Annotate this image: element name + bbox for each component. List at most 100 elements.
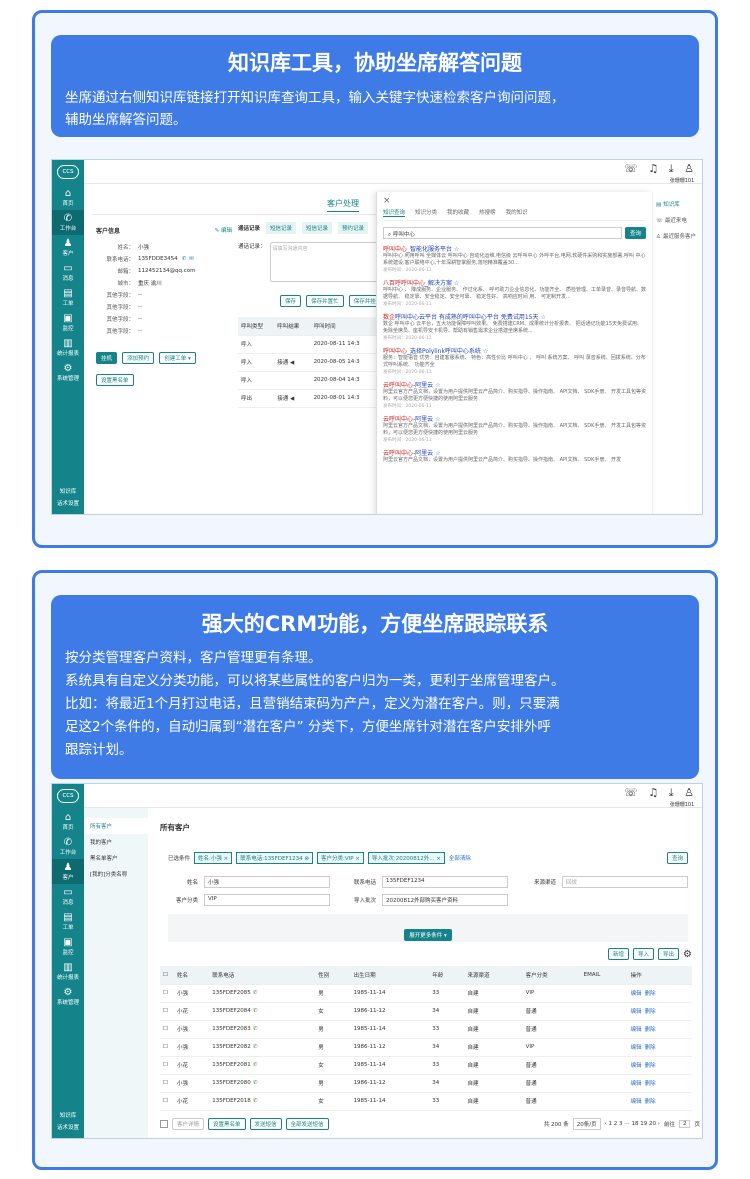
delete-link[interactable]: 删除: [645, 1045, 656, 1051]
import-button[interactable]: 导入: [633, 948, 655, 960]
call-phone-icon[interactable]: ✆: [253, 1062, 258, 1068]
record-textarea[interactable]: 请填写沟通内容: [269, 242, 378, 282]
call-phone-icon[interactable]: ✆: [253, 1098, 258, 1104]
hangup-button[interactable]: 挂机: [96, 352, 118, 364]
kb-article-title[interactable]: 云呼叫中心-阿里云 ☆: [383, 414, 646, 423]
kb-search-button[interactable]: 查询: [624, 227, 646, 239]
kb-article[interactable]: 云呼叫中心-阿里云 ☆ 阿里云官方产品文档，设置为用户提供阿里云产品简介、购买指导、…: [383, 448, 646, 464]
goto-input[interactable]: 2: [678, 1120, 691, 1128]
create-ticket-button[interactable]: 创建工单 ▾: [159, 352, 196, 364]
kb-tab[interactable]: 知识查询: [383, 208, 406, 217]
kb-article[interactable]: 呼叫中心_选择Polylink呼叫中心系统 ☆ 服务：智能语音 优势：自建客服系统、…: [383, 346, 646, 375]
phone-input[interactable]: 135FDEF1234: [382, 876, 508, 888]
send-all-sms-button[interactable]: 全部发送短信: [285, 1118, 329, 1130]
delete-link[interactable]: 删除: [645, 1009, 656, 1015]
sidebar-item[interactable]: ▤ 工单: [52, 909, 84, 934]
edit-link[interactable]: 编辑: [631, 1099, 642, 1105]
right-link[interactable]: ♙ 最近服务客户: [653, 228, 702, 244]
edit-link[interactable]: 编辑: [631, 1027, 642, 1033]
delete-link[interactable]: 删除: [645, 1099, 656, 1105]
favorite-star-icon[interactable]: ☆: [454, 280, 459, 287]
edit-link[interactable]: 编辑: [631, 1081, 642, 1087]
kb-article[interactable]: 数企呼叫中心云平台 有成熟的呼叫中心平台 免费试用15天 ☆ 数企 呼叫中心 云平台…: [383, 312, 646, 341]
add-appointment-button[interactable]: 添加预约: [122, 352, 155, 364]
customer-detail-button[interactable]: 客户详情: [172, 1118, 205, 1130]
bell-icon[interactable]: ♫: [648, 162, 658, 175]
favorite-star-icon[interactable]: ☆: [435, 416, 440, 423]
sidebar-item[interactable]: ▣ 监控: [52, 934, 84, 959]
kb-article[interactable]: 云呼叫中心-阿里云 ☆ 阿里云官方产品文档，设置为用户提供阿里云产品简介、购买指导、…: [383, 380, 646, 409]
subnav-item[interactable]: 所有客户: [84, 818, 148, 834]
batch-select[interactable]: 20200812外部购买客户资料: [382, 894, 508, 906]
subnav-item[interactable]: 我的客户: [84, 834, 148, 850]
sidebar-item-knowledge[interactable]: 知识库: [52, 1110, 84, 1122]
download-icon[interactable]: ⤓: [669, 162, 674, 175]
page-numbers[interactable]: 1 2 3 ⋯ 18 19 20: [609, 1121, 656, 1127]
user-avatar-icon[interactable]: ♙: [684, 162, 694, 175]
sms-icon[interactable]: ✉: [189, 256, 194, 262]
filter-chip[interactable]: 客户分类:VIP ×: [316, 852, 364, 864]
kb-article-title[interactable]: 数企呼叫中心云平台 有成熟的呼叫中心平台 免费试用15天 ☆: [383, 312, 646, 321]
call-phone-icon[interactable]: ✆: [253, 1008, 258, 1014]
subnav-item[interactable]: 黑名单客户: [84, 850, 148, 866]
filter-chip[interactable]: 导入批次:20200812外... ×: [367, 852, 445, 864]
edit-link[interactable]: 编辑: [631, 1045, 642, 1051]
kb-tab[interactable]: 热搜榜: [479, 208, 496, 217]
call-tab[interactable]: 短信记录: [266, 222, 297, 234]
edit-link[interactable]: 编辑: [631, 991, 642, 997]
favorite-star-icon[interactable]: ☆: [454, 246, 459, 253]
download-icon[interactable]: ⤓: [669, 786, 674, 799]
sidebar-item[interactable]: ✆ 工作台: [52, 210, 84, 235]
close-icon[interactable]: ×: [383, 196, 652, 206]
favorite-star-icon[interactable]: ☆: [435, 382, 440, 389]
row-checkbox[interactable]: ☐: [160, 1092, 174, 1110]
name-input[interactable]: 小强: [204, 876, 330, 888]
save-busy-button[interactable]: 保存并置忙: [306, 295, 344, 307]
row-checkbox[interactable]: ☐: [160, 984, 174, 1002]
tab-customer-handling[interactable]: 客户处理: [327, 198, 359, 212]
pagination[interactable]: ‹ 1 2 3 ⋯ 18 19 20 ›: [605, 1121, 660, 1127]
right-link[interactable]: ▤ 知识库: [653, 196, 702, 212]
user-avatar-icon[interactable]: ♙: [684, 786, 694, 799]
kb-tab[interactable]: 我的收藏: [447, 208, 469, 217]
kb-search-input[interactable]: ⌕ 呼叫中心: [383, 227, 622, 239]
clear-all-link[interactable]: 全部清除: [449, 854, 471, 862]
phone-status-icon[interactable]: ☏: [624, 162, 638, 175]
set-blacklist-button[interactable]: 设置黑名单: [96, 374, 134, 386]
kb-article-title[interactable]: 云呼叫中心-阿里云 ☆: [383, 448, 646, 457]
send-sms-button[interactable]: 发送短信: [249, 1118, 282, 1130]
user-name[interactable]: 张珊珊101: [662, 801, 702, 808]
sidebar-item[interactable]: ✆ 工作台: [52, 834, 84, 859]
sidebar-item[interactable]: ⌂ 首页: [52, 185, 84, 210]
call-phone-icon[interactable]: ✆: [182, 256, 187, 262]
sidebar-item[interactable]: ▥ 统计报表: [52, 335, 84, 360]
new-button[interactable]: 新增: [607, 948, 629, 960]
call-tab[interactable]: 短信记录: [302, 222, 333, 234]
phone-status-icon[interactable]: ☏: [624, 786, 638, 799]
filter-chip[interactable]: 姓名:小强 ×: [194, 852, 233, 864]
settings-gear-icon[interactable]: ⚙: [683, 949, 692, 960]
kb-article[interactable]: 云呼叫中心-阿里云 ☆ 阿里云官方产品文档，设置为用户提供阿里云产品简介、购买指导、…: [383, 414, 646, 443]
source-select[interactable]: 回拨: [562, 876, 688, 888]
user-name[interactable]: 张珊珊101: [662, 177, 702, 184]
row-checkbox[interactable]: ☐: [160, 1020, 174, 1038]
sidebar-item-knowledge[interactable]: 知识库: [52, 486, 84, 498]
call-result[interactable]: 接通 ◀: [274, 389, 310, 407]
row-checkbox[interactable]: ☐: [160, 1002, 174, 1020]
sidebar-item[interactable]: ⚙ 系统管理: [52, 360, 84, 385]
kb-article-title[interactable]: 呼叫中心_智能化服务平台 ☆: [383, 244, 646, 253]
edit-link[interactable]: 编辑: [631, 1063, 642, 1069]
right-link[interactable]: ☏ 最近来电: [653, 212, 702, 228]
call-tab[interactable]: 通话记录: [238, 224, 260, 232]
call-phone-icon[interactable]: ✆: [253, 1044, 258, 1050]
set-blacklist-button[interactable]: 设置黑名单: [208, 1118, 246, 1130]
select-all-checkbox[interactable]: [160, 1120, 168, 1128]
row-checkbox[interactable]: ☐: [160, 1056, 174, 1074]
sidebar-item-script[interactable]: 话术设置: [52, 1122, 84, 1134]
favorite-star-icon[interactable]: ☆: [540, 314, 545, 321]
query-button[interactable]: 查询: [666, 852, 688, 864]
favorite-star-icon[interactable]: ☆: [435, 450, 440, 457]
kb-article-title[interactable]: 呼叫中心_选择Polylink呼叫中心系统 ☆: [383, 346, 646, 355]
page-size-select[interactable]: 20条/页: [572, 1118, 601, 1130]
delete-link[interactable]: 删除: [645, 991, 656, 997]
